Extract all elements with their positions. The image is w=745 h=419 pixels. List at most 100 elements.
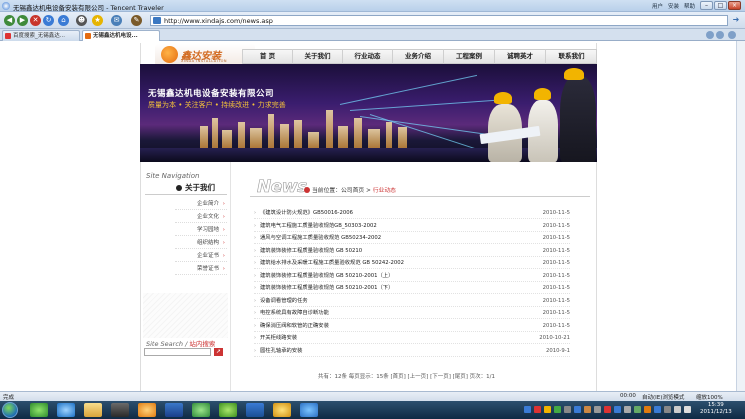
tab-close-icon[interactable]	[728, 31, 736, 39]
nav-industry-news[interactable]: 行业动态	[342, 49, 392, 64]
tab-scroll-left-icon[interactable]	[706, 31, 714, 39]
tray-icon[interactable]	[524, 406, 531, 413]
volume-icon[interactable]	[684, 406, 691, 413]
tray-icon[interactable]	[594, 406, 601, 413]
news-title[interactable]: 电控系统具有故障自诊断功能	[260, 307, 329, 319]
sidebar-item-certificates[interactable]: 企业证书	[175, 250, 227, 262]
nav-contact[interactable]: 联系我们	[545, 49, 597, 64]
tab-scroll-right-icon[interactable]	[716, 31, 724, 39]
tray-icon[interactable]	[544, 406, 551, 413]
go-arrow-icon[interactable]: ➜	[730, 15, 742, 26]
folder-icon[interactable]	[84, 403, 102, 417]
search-button[interactable]: ➚	[214, 348, 223, 356]
breadcrumb-home[interactable]: 公司首页	[341, 188, 364, 194]
browser-icon[interactable]	[219, 403, 237, 417]
news-title[interactable]: 设备调看管理的任务	[260, 295, 308, 307]
install-link[interactable]: 安装	[668, 2, 679, 10]
mail-icon[interactable]: ✉	[111, 15, 122, 26]
news-title[interactable]: 开关柜线路安装	[260, 332, 297, 344]
help-link[interactable]: 帮助	[684, 2, 695, 10]
user-icon[interactable]: ☻	[76, 15, 87, 26]
news-row[interactable]: › 建筑装饰装修工程质量验收规范 GB 50210-2001（上） 2010-11-…	[254, 270, 570, 282]
tray-icon[interactable]	[584, 406, 591, 413]
people-icon[interactable]	[192, 403, 210, 417]
qq-icon[interactable]	[273, 403, 291, 417]
news-row[interactable]: › 确保消压阀和软管的正确安装 2010-11-5	[254, 320, 570, 332]
pagination[interactable]: 共有：12条 每页显示：15条 [首页] [上一页] [下一页] [尾页] 页次…	[318, 372, 495, 380]
tray-icon[interactable]	[644, 406, 651, 413]
news-row[interactable]: › 圆柱孔轴承的安装 2010-9-1	[254, 345, 570, 357]
news-date: 2010-11-5	[542, 272, 570, 279]
clock[interactable]: 15:39 2011/12/13	[700, 402, 732, 416]
favorites-icon[interactable]: ★	[92, 15, 103, 26]
news-row[interactable]: › 建筑装饰装修工程质量验收规范 GB 50210 2010-11-5	[254, 245, 570, 257]
zoom-level[interactable]: 缩放100%	[696, 393, 723, 401]
nav-cases[interactable]: 工程案例	[443, 49, 494, 64]
refresh-icon[interactable]: ↻	[43, 15, 54, 26]
news-title[interactable]: 《建筑设计防火规范》GB50016-2006	[260, 207, 353, 219]
sidebar-item-structure[interactable]: 组织结构	[175, 237, 227, 249]
tray-icon[interactable]	[614, 406, 621, 413]
tray-icon[interactable]	[604, 406, 611, 413]
site-logo[interactable]: 鑫达安装 XINDA INSTALLATION	[155, 44, 255, 66]
news-row[interactable]: › 电控系统具有故障自诊断功能 2010-11-5	[254, 307, 570, 319]
tab-baidu[interactable]: 百度搜索_无锡鑫达...	[2, 30, 80, 41]
back-icon[interactable]: ◀	[4, 15, 15, 26]
nav-jobs[interactable]: 诚聘英才	[494, 49, 545, 64]
tray-icon[interactable]	[664, 406, 671, 413]
news-row[interactable]: › 建筑装饰装修工程质量验收规范 GB 50210-2001（下） 2010-11-…	[254, 282, 570, 294]
ie-icon[interactable]	[57, 403, 75, 417]
photoshop-icon[interactable]	[165, 403, 183, 417]
sidebar-item-culture[interactable]: 企业文化	[175, 211, 227, 223]
sidebar-item-honors[interactable]: 荣誉证书	[175, 263, 227, 275]
tray-icon[interactable]	[624, 406, 631, 413]
forward-icon[interactable]: ▶	[17, 15, 28, 26]
nav-home[interactable]: 首 页	[242, 49, 292, 64]
nav-about[interactable]: 关于我们	[292, 49, 342, 64]
news-title[interactable]: 建筑装饰装修工程质量验收规范 GB 50210-2001（下）	[260, 282, 393, 294]
tray-icon[interactable]	[634, 406, 641, 413]
sidebar-item-profile[interactable]: 企业简介	[175, 198, 227, 210]
minimize-button[interactable]: –	[700, 1, 713, 10]
sidebar-item-learning[interactable]: 学习园地	[175, 224, 227, 236]
tray-icon[interactable]	[534, 406, 541, 413]
news-title[interactable]: 圆柱孔轴承的安装	[260, 345, 302, 357]
tray-icon[interactable]	[554, 406, 561, 413]
news-row[interactable]: › 通风与空调工程施工质量验收规范 GB50234-2002 2010-11-5	[254, 232, 570, 244]
tray-icon[interactable]	[574, 406, 581, 413]
tray-icon[interactable]	[654, 406, 661, 413]
news-row[interactable]: › 《建筑设计防火规范》GB50016-2006 2010-11-5	[254, 207, 570, 219]
news-title[interactable]: 通风与空调工程施工质量验收规范 GB50234-2002	[260, 232, 381, 244]
tools-icon[interactable]: ✎	[131, 15, 142, 26]
news-title[interactable]: 确保消压阀和软管的正确安装	[260, 320, 329, 332]
stop-icon[interactable]: ✕	[30, 15, 41, 26]
news-row[interactable]: › 设备调看管理的任务 2010-11-5	[254, 295, 570, 307]
news-row[interactable]: › 建筑电气工程施工质量验收规范GB_50303-2002 2010-11-5	[254, 220, 570, 232]
tencent-traveler-icon[interactable]	[300, 403, 318, 417]
firefox-icon[interactable]	[138, 403, 156, 417]
news-title[interactable]: 建筑装饰装修工程质量验收规范 GB 50210-2001（上）	[260, 270, 393, 282]
news-date: 2010-10-21	[539, 335, 570, 341]
network-icon[interactable]	[674, 406, 681, 413]
start-button[interactable]	[2, 402, 18, 418]
news-title[interactable]: 建筑给水排水及采暖工程施工质量验收规范 GB 50242-2002	[260, 257, 404, 269]
app-icon[interactable]	[30, 403, 48, 417]
home-icon[interactable]: ⌂	[58, 15, 69, 26]
arrow-app-icon[interactable]	[246, 403, 264, 417]
close-button[interactable]: ×	[728, 1, 741, 10]
search-input[interactable]	[144, 348, 211, 356]
news-title[interactable]: 建筑电气工程施工质量验收规范GB_50303-2002	[260, 220, 377, 232]
user-link[interactable]: 用户	[652, 2, 663, 10]
news-row[interactable]: › 开关柜线路安装 2010-10-21	[254, 332, 570, 344]
tab-xinda[interactable]: 无锡鑫达机电设...	[82, 30, 160, 41]
maximize-button[interactable]: □	[714, 1, 727, 10]
nav-business[interactable]: 业务介绍	[392, 49, 443, 64]
tray-icon[interactable]	[564, 406, 571, 413]
browser-mode[interactable]: 自动(IE)浏览模式	[642, 393, 684, 401]
vertical-scrollbar[interactable]	[736, 41, 745, 391]
address-bar[interactable]: http://www.xindajs.com/news.asp	[150, 15, 728, 26]
address-url[interactable]: http://www.xindajs.com/news.asp	[164, 17, 273, 25]
news-row[interactable]: › 建筑给水排水及采暖工程施工质量验收规范 GB 50242-2002 2010-1…	[254, 257, 570, 269]
news-title[interactable]: 建筑装饰装修工程质量验收规范 GB 50210	[260, 245, 362, 257]
media-icon[interactable]	[111, 403, 129, 417]
